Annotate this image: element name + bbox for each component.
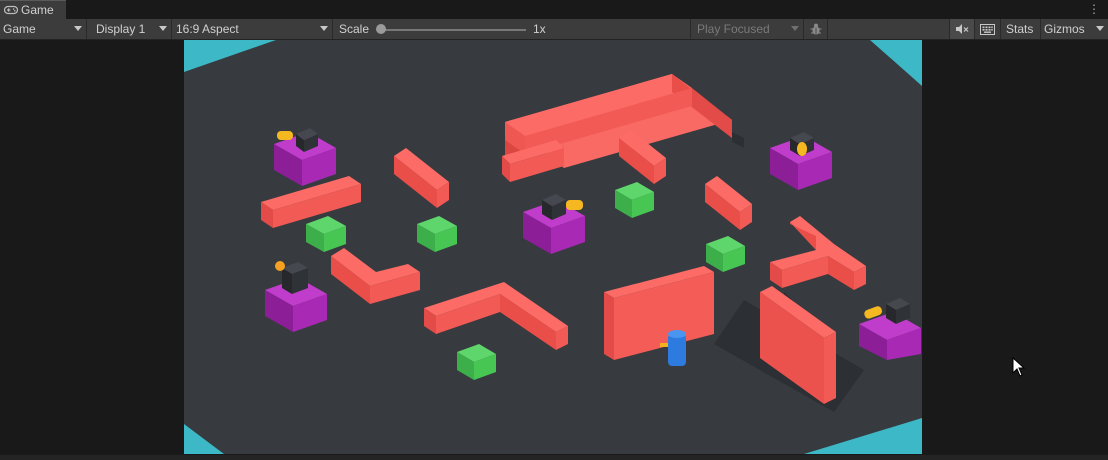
display-dropdown-label: Display 1 [96, 22, 146, 36]
play-mode-label: Play Focused [697, 22, 770, 36]
stats-label: Stats [1006, 22, 1034, 36]
display-dropdown[interactable]: Display 1 [87, 19, 172, 39]
mode-dropdown[interactable]: Game [0, 19, 87, 39]
mode-dropdown-label: Game [3, 22, 36, 36]
mute-audio-icon [956, 24, 969, 34]
scale-value: 1x [533, 22, 546, 36]
more-options-icon[interactable]: ⋮ [1088, 2, 1100, 16]
play-mode-dropdown[interactable]: Play Focused [693, 19, 804, 39]
chevron-down-icon [1096, 26, 1104, 31]
game-scene [184, 40, 922, 454]
tab-bar: Game ⋮ [0, 0, 1108, 19]
chevron-down-icon [159, 26, 167, 31]
chevron-down-icon [791, 26, 799, 31]
stats-button[interactable]: Stats [1001, 19, 1041, 39]
game-view-toolbar: Game Display 1 16:9 Aspect Scale 1x Play… [0, 19, 1108, 40]
aspect-dropdown[interactable]: 16:9 Aspect [172, 19, 333, 39]
mouse-cursor-icon [1012, 357, 1026, 377]
gizmos-label: Gizmos [1044, 22, 1085, 36]
gizmos-dropdown[interactable]: Gizmos [1041, 19, 1108, 39]
bottom-border [0, 455, 1108, 460]
keyboard-icon [980, 23, 995, 35]
chevron-down-icon [74, 26, 82, 31]
mute-audio-button[interactable] [949, 19, 975, 39]
bug-icon [810, 23, 821, 35]
chevron-down-icon [320, 26, 328, 31]
aspect-dropdown-label: 16:9 Aspect [176, 22, 239, 36]
keyboard-shortcuts-button[interactable] [975, 19, 1001, 39]
scale-label: Scale [339, 22, 370, 36]
gamepad-icon [4, 5, 18, 15]
tab-game[interactable]: Game [0, 0, 66, 19]
frame-debugger-button[interactable] [804, 19, 828, 39]
scale-slider-thumb[interactable] [376, 24, 386, 34]
scale-slider-track[interactable] [381, 29, 526, 31]
tab-label: Game [21, 3, 54, 17]
game-viewport[interactable] [184, 40, 922, 454]
